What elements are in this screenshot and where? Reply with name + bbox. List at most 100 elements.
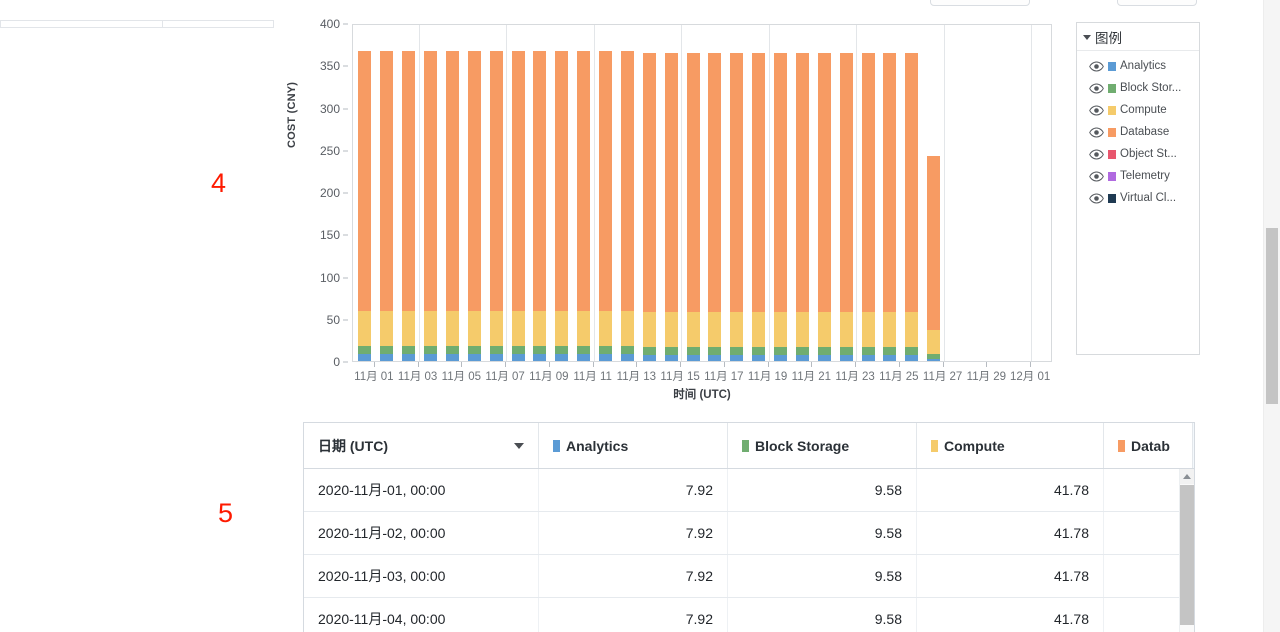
chart-bar-segment (599, 50, 613, 311)
top-partial-panel-mid (162, 20, 274, 28)
annotation-marker-4: 4 (211, 168, 227, 198)
x-tick-mark (636, 362, 638, 367)
chart-bar[interactable] (358, 50, 372, 361)
chart-bar-segment (795, 354, 809, 361)
chart-bar[interactable] (577, 50, 591, 361)
chart-bar[interactable] (424, 50, 438, 361)
chart-bar[interactable] (927, 155, 941, 361)
y-tick-label: 200 (319, 186, 340, 200)
legend-item[interactable]: Virtual Cl... (1077, 187, 1199, 209)
chart-bar[interactable] (839, 53, 853, 361)
chart-bar-segment (883, 312, 897, 347)
x-tick-mark (986, 362, 988, 367)
table-column-label: Analytics (566, 437, 629, 454)
chart-bar[interactable] (686, 53, 700, 361)
table-scrollbar-thumb[interactable] (1180, 485, 1194, 625)
chart-bar[interactable] (380, 50, 394, 361)
legend-color-swatch (1108, 105, 1116, 115)
sort-caret-icon[interactable] (514, 442, 524, 449)
chart-bar[interactable] (445, 50, 459, 361)
chart-bar-segment (730, 312, 744, 347)
chart-bar-segment (424, 50, 438, 311)
legend-item[interactable]: Analytics (1077, 55, 1199, 77)
legend-header[interactable]: 图例 (1077, 23, 1199, 51)
chart-bar-segment (927, 358, 941, 361)
chart-bar[interactable] (817, 53, 831, 361)
chart-bar-segment (686, 346, 700, 355)
table-column-header[interactable]: Compute (916, 423, 1104, 469)
table-scroll-up-button[interactable] (1180, 469, 1194, 484)
chart-bar[interactable] (861, 53, 875, 361)
chart-bar[interactable] (620, 50, 634, 361)
chart-bar-segment (402, 50, 416, 311)
chart-bar[interactable] (664, 53, 678, 361)
legend-item-label: Virtual Cl... (1120, 192, 1177, 204)
chart-bar-segment (905, 346, 919, 355)
page-scrollbar[interactable] (1263, 0, 1280, 632)
table-column-header[interactable]: Analytics (538, 423, 728, 469)
cell-compute: 41.78 (916, 554, 1104, 598)
chart-bar-segment (402, 310, 416, 347)
chart-bar-segment (467, 346, 481, 355)
chart-bar-segment (533, 50, 547, 311)
table-row[interactable]: 2020-11月-01, 00:007.929.5841.78366.94 (304, 468, 1194, 512)
table-row[interactable]: 2020-11月-04, 00:007.929.5841.78366.94 (304, 597, 1194, 632)
table-row[interactable]: 2020-11月-03, 00:007.929.5841.78366.94 (304, 554, 1194, 598)
legend-item[interactable]: Object St... (1077, 143, 1199, 165)
page-root: 4 5 COST (CNY) 0 50 100 150 200 250 300 350 400 … (0, 0, 1280, 632)
chart-bar-segment (839, 346, 853, 355)
chart-bar-segment (402, 346, 416, 355)
chart-bar[interactable] (555, 50, 569, 361)
page-scrollbar-thumb[interactable] (1266, 228, 1278, 404)
chart-bar-segment (489, 354, 503, 361)
chart-bar-segment (752, 312, 766, 347)
legend-item[interactable]: Compute (1077, 99, 1199, 121)
chart-bar-segment (730, 53, 744, 313)
table-column-header[interactable]: Datab (1103, 423, 1193, 469)
chart-bar-segment (599, 354, 613, 361)
table-column-header[interactable]: 日期 (UTC) (304, 423, 539, 469)
chart-bar[interactable] (511, 50, 525, 361)
chart-bar-segment (577, 354, 591, 361)
chart-bar-segment (424, 310, 438, 347)
table-column-header[interactable]: Block Storage (727, 423, 917, 469)
legend-item[interactable]: Block Stor... (1077, 77, 1199, 99)
y-tick-label: 400 (319, 17, 340, 31)
chart-bar[interactable] (599, 50, 613, 361)
chart-bar[interactable] (905, 53, 919, 361)
y-tick-label: 250 (319, 143, 340, 158)
table-column-label: 日期 (UTC) (318, 437, 388, 454)
table-row[interactable]: 2020-11月-02, 00:007.929.5841.78366.94 (304, 511, 1194, 555)
legend-color-swatch (1108, 149, 1116, 159)
chart-bar[interactable] (752, 53, 766, 361)
chart-bar[interactable] (402, 50, 416, 361)
chart-bar-segment (489, 346, 503, 355)
legend-item[interactable]: Telemetry (1077, 165, 1199, 187)
chart-bar-segment (883, 53, 897, 313)
chart-bar[interactable] (883, 53, 897, 361)
legend-item-label: Block Stor... (1120, 82, 1182, 94)
chart-bar[interactable] (730, 53, 744, 361)
chart-bar[interactable] (642, 53, 656, 361)
top-partial-button-right[interactable] (1117, 0, 1197, 6)
table-scrollbar[interactable] (1179, 469, 1194, 632)
chart-bar[interactable] (489, 50, 503, 361)
chart-bar[interactable] (774, 53, 788, 361)
y-tick-label: 350 (319, 59, 340, 74)
chart-bar[interactable] (708, 53, 722, 361)
y-tick-mark (343, 234, 348, 236)
chart-bar[interactable] (533, 50, 547, 361)
cell-compute: 41.78 (916, 511, 1104, 555)
legend-item[interactable]: Database (1077, 121, 1199, 143)
table-column-header[interactable]: 总计 (CNY) (1192, 423, 1194, 469)
chart-bar[interactable] (795, 53, 809, 361)
eye-icon (1089, 82, 1104, 94)
chart-bar[interactable] (467, 50, 481, 361)
cell-block-storage: 9.58 (727, 554, 917, 598)
top-partial-button-left[interactable] (930, 0, 1030, 6)
x-tick-label: 11月 13 (616, 371, 657, 383)
cell-compute: 41.78 (916, 597, 1104, 632)
chart-bars (353, 25, 1051, 361)
y-tick-label: 50 (326, 312, 340, 327)
cell-block-storage: 9.58 (727, 597, 917, 632)
